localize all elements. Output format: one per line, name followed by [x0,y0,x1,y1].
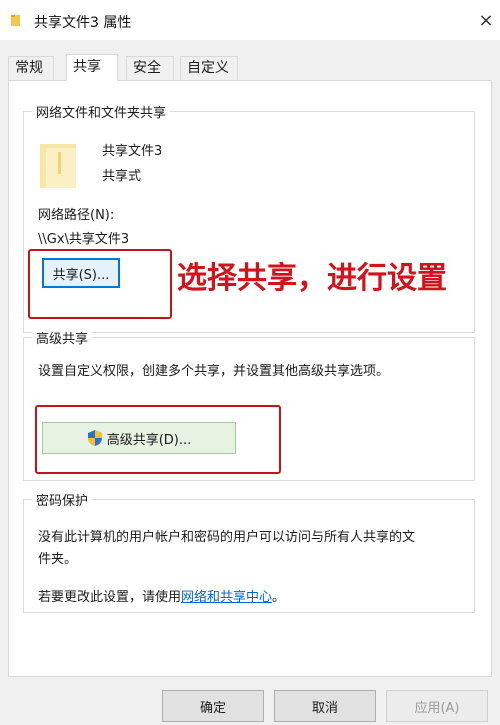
window-title: 共享文件3 属性 [34,15,132,31]
change-setting-text: 若要更改此设置，请使用网络和共享中心。 [38,586,285,605]
shared-folder-icon [40,144,76,188]
title-bar: 共享文件3 属性 × [0,0,500,40]
tab-customize[interactable]: 自定义 [180,56,238,80]
share-status: 共享式 [102,169,142,184]
apply-button[interactable]: 应用(A) [386,690,488,722]
tab-sharing[interactable]: 共享 [66,54,118,81]
folder-icon [11,15,20,26]
advanced-sharing-highlight-box [35,405,281,474]
share-highlight-box [28,249,172,319]
close-icon[interactable]: × [472,0,500,40]
network-path-label: 网络路径(N): [38,208,115,223]
network-sharing-title: 网络文件和文件夹共享 [32,102,171,121]
network-sharing-center-link[interactable]: 网络和共享中心 [181,590,272,605]
change-setting-suffix: 。 [272,590,286,605]
password-description-line2: 件夹。 [38,552,78,567]
tab-strip: 常规 共享 安全 自定义 [8,54,492,81]
ok-button[interactable]: 确定 [162,690,264,722]
password-protection-title: 密码保护 [32,490,93,509]
advanced-sharing-title: 高级共享 [32,328,93,347]
tab-general[interactable]: 常规 [8,56,54,80]
sharing-panel: 网络文件和文件夹共享 共享文件3 共享式 网络路径(N): \\Gx\共享文件3… [8,80,492,677]
password-description-line1: 没有此计算机的用户帐户和密码的用户可以访问与所有人共享的文 [38,530,416,545]
annotation-text: 选择共享，进行设置 [177,261,447,296]
tab-security[interactable]: 安全 [126,56,174,80]
password-protection-group: 密码保护 没有此计算机的用户帐户和密码的用户可以访问与所有人共享的文 件夹。 若… [23,490,475,613]
change-setting-prefix: 若要更改此设置，请使用 [38,590,182,605]
cancel-button[interactable]: 取消 [274,690,376,722]
folder-name: 共享文件3 [102,144,163,159]
network-path-value: \\Gx\共享文件3 [38,232,130,247]
advanced-sharing-description: 设置自定义权限，创建多个共享，并设置其他高级共享选项。 [38,364,390,379]
